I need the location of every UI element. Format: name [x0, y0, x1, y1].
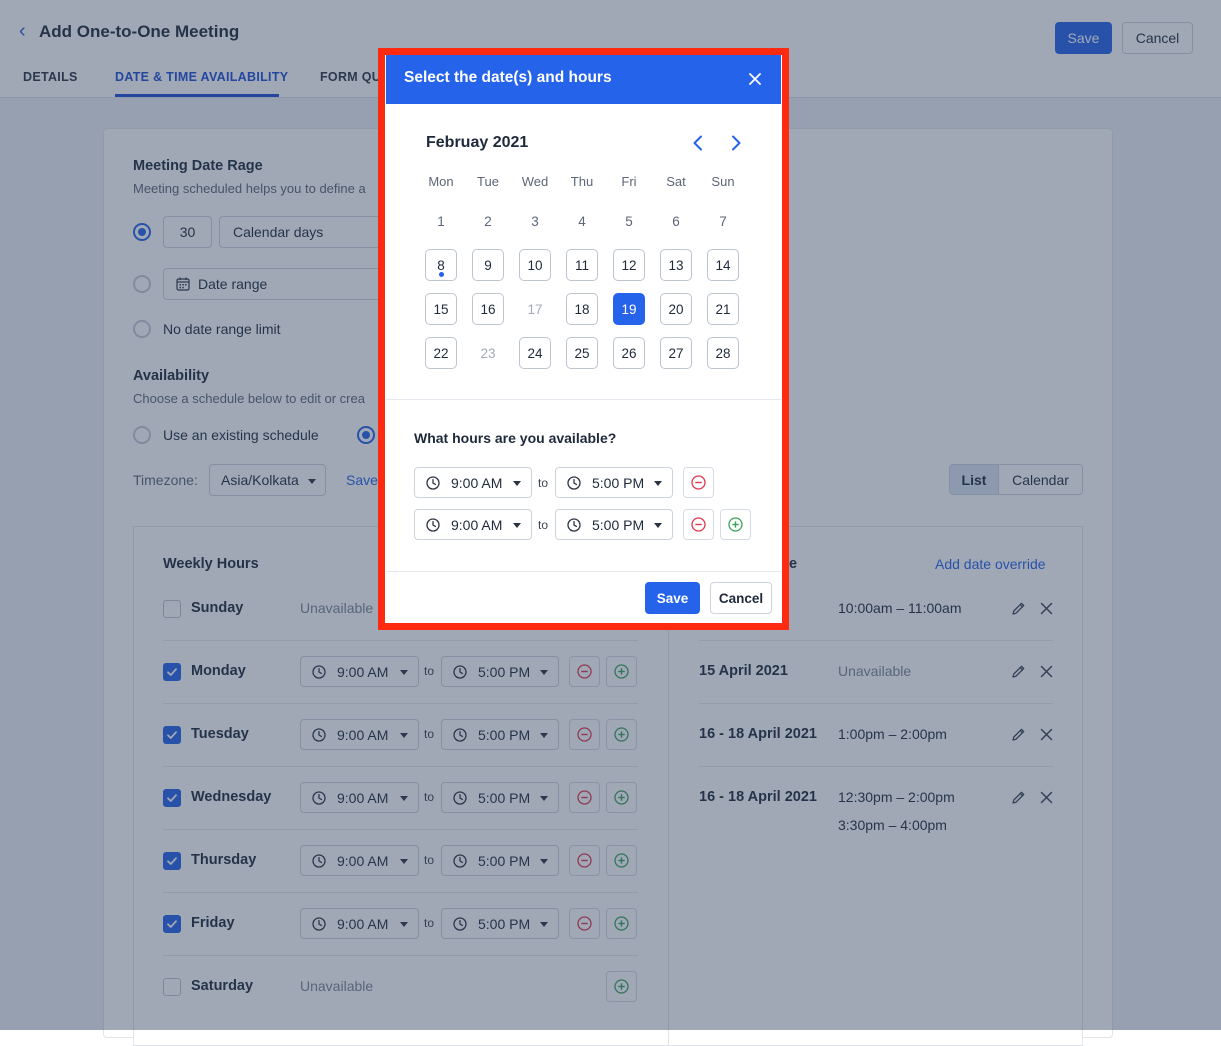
- calendar-day-past: 7: [719, 213, 727, 229]
- weekday-label: Tue: [477, 174, 499, 189]
- close-icon[interactable]: [749, 73, 761, 85]
- calendar-day-past: 1: [437, 213, 445, 229]
- chevron-down-icon: [513, 481, 521, 486]
- calendar-day-disabled: 23: [480, 345, 496, 361]
- weekday-label: Wed: [521, 174, 549, 189]
- clock-icon: [426, 517, 440, 532]
- chevron-down-icon: [654, 523, 662, 528]
- weekday-label: Mon: [428, 174, 454, 189]
- calendar-day-selected[interactable]: 19: [613, 293, 645, 325]
- add-circle-icon: [728, 517, 743, 532]
- time-value: 9:00 AM: [451, 474, 503, 491]
- weekday-label: Sun: [711, 174, 735, 189]
- calendar-day[interactable]: 20: [660, 293, 692, 325]
- clock-icon: [567, 475, 581, 490]
- to-label: to: [538, 476, 549, 490]
- calendar-day[interactable]: 15: [425, 293, 457, 325]
- calendar-day[interactable]: 18: [566, 293, 598, 325]
- calendar-day[interactable]: 12: [613, 249, 645, 281]
- chevron-right-icon[interactable]: [730, 135, 742, 151]
- calendar-day[interactable]: 16: [472, 293, 504, 325]
- modal-end-time-select[interactable]: 5:00 PM: [555, 509, 673, 540]
- calendar-day[interactable]: 25: [566, 337, 598, 369]
- time-value: 5:00 PM: [592, 516, 645, 533]
- calendar-day[interactable]: 10: [519, 249, 551, 281]
- remove-slot-button[interactable]: [683, 467, 714, 498]
- modal-start-time-select[interactable]: 9:00 AM: [414, 509, 532, 540]
- calendar-day[interactable]: 13: [660, 249, 692, 281]
- weekday-label: Fri: [621, 174, 637, 189]
- modal-divider: [386, 399, 781, 400]
- calendar-month-label: Februay 2021: [426, 134, 529, 151]
- time-value: 5:00 PM: [592, 474, 645, 491]
- clock-icon: [426, 475, 440, 490]
- chevron-down-icon: [654, 481, 662, 486]
- calendar-day[interactable]: 27: [660, 337, 692, 369]
- clock-icon: [567, 517, 581, 532]
- remove-slot-button[interactable]: [683, 509, 714, 540]
- calendar-day[interactable]: 9: [472, 249, 504, 281]
- calendar-day[interactable]: 14: [707, 249, 739, 281]
- modal-header: Select the date(s) and hours: [386, 55, 781, 104]
- calendar-day-past: 2: [484, 213, 492, 229]
- modal-title: Select the date(s) and hours: [404, 69, 612, 86]
- modal-start-time-select[interactable]: 9:00 AM: [414, 467, 532, 498]
- calendar-day[interactable]: 11: [566, 249, 598, 281]
- chevron-down-icon: [513, 523, 521, 528]
- calendar-day[interactable]: 21: [707, 293, 739, 325]
- chevron-left-icon[interactable]: [692, 135, 704, 151]
- modal-end-time-select[interactable]: 5:00 PM: [555, 467, 673, 498]
- calendar-day-past: 3: [531, 213, 539, 229]
- calendar-day-past: 4: [578, 213, 586, 229]
- modal-save-button[interactable]: Save: [645, 582, 700, 614]
- modal-cancel-button[interactable]: Cancel: [710, 582, 772, 614]
- remove-circle-icon: [691, 517, 706, 532]
- calendar-day-past: 6: [672, 213, 680, 229]
- hours-question: What hours are you available?: [414, 430, 617, 446]
- calendar-day[interactable]: 24: [519, 337, 551, 369]
- weekday-label: Sat: [666, 174, 686, 189]
- remove-circle-icon: [691, 475, 706, 490]
- calendar-day[interactable]: 22: [425, 337, 457, 369]
- calendar-day[interactable]: 26: [613, 337, 645, 369]
- add-slot-button[interactable]: [720, 509, 751, 540]
- weekday-label: Thu: [570, 174, 594, 189]
- to-label: to: [538, 518, 549, 532]
- calendar-day-past: 5: [625, 213, 633, 229]
- modal-footer-divider: [386, 571, 781, 572]
- calendar-day-disabled: 17: [527, 301, 543, 317]
- time-value: 9:00 AM: [451, 516, 503, 533]
- calendar-day[interactable]: 28: [707, 337, 739, 369]
- today-dot: [439, 272, 444, 277]
